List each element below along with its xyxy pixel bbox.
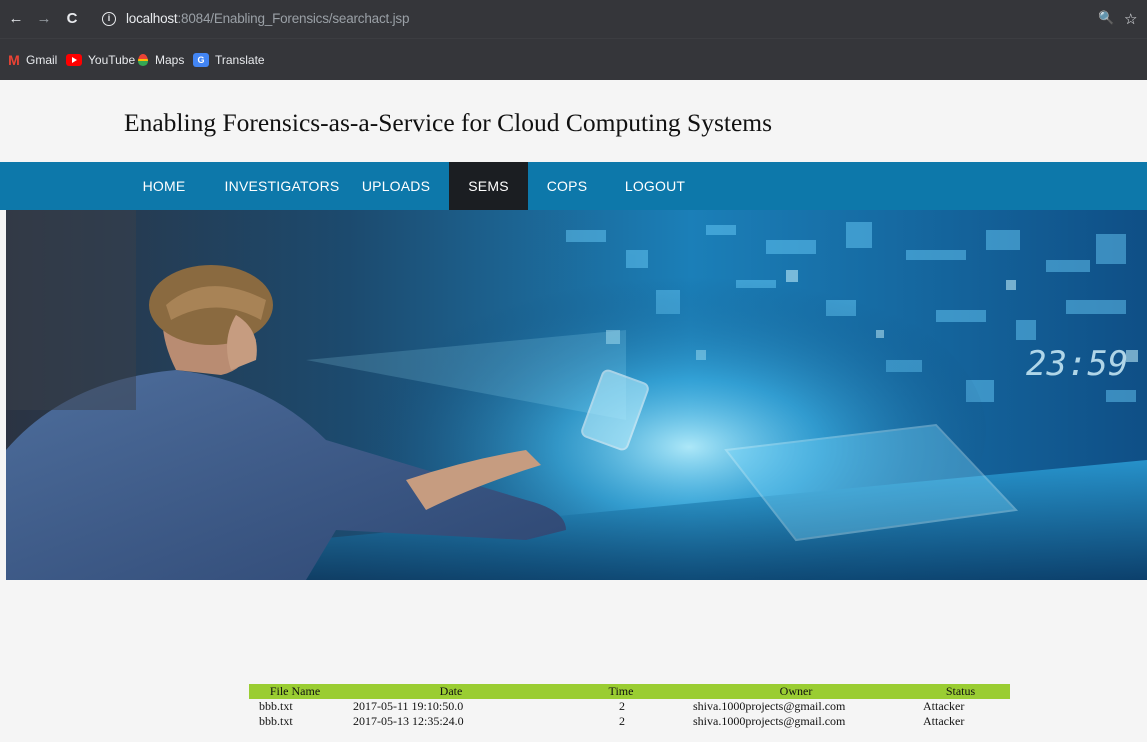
- col-file-name: File Name: [249, 684, 341, 699]
- maps-icon: [137, 53, 149, 67]
- bookmarks-bar: M Gmail YouTube Maps G Translate: [0, 38, 1147, 80]
- hero-illustration: 23:59: [6, 210, 1147, 580]
- cell-file-name: bbb.txt: [259, 714, 293, 728]
- nav-sems[interactable]: SEMS: [449, 162, 528, 210]
- translate-icon: G: [193, 53, 209, 67]
- col-status: Status: [911, 684, 1010, 699]
- browser-toolbar: ← → C i localhost:8084/Enabling_Forensic…: [0, 0, 1147, 38]
- cell-status: Attacker: [923, 699, 965, 713]
- bookmark-gmail[interactable]: M Gmail: [8, 52, 57, 68]
- url-path: :8084/Enabling_Forensics/searchact.jsp: [177, 11, 410, 26]
- bookmark-label: Translate: [215, 53, 265, 67]
- hero-banner-image: 23:59: [6, 210, 1147, 580]
- nav-investigators[interactable]: INVESTIGATORS: [218, 162, 346, 210]
- cell-date: 2017-05-13 12:35:24.0: [353, 714, 464, 728]
- results-table: File Name Date Time Owner Status bbb.txt…: [249, 684, 1010, 729]
- bookmark-youtube[interactable]: YouTube: [66, 52, 135, 68]
- cell-owner: shiva.1000projects@gmail.com: [693, 714, 846, 728]
- hero-clock-text: 23:59: [1026, 344, 1128, 384]
- results-table-container: File Name Date Time Owner Status bbb.txt…: [249, 684, 1010, 729]
- zoom-icon[interactable]: 🔍: [1098, 10, 1114, 26]
- nav-uploads[interactable]: UPLOADS: [356, 162, 436, 210]
- col-owner: Owner: [681, 684, 911, 699]
- nav-logout[interactable]: LOGOUT: [618, 162, 692, 210]
- bookmark-label: Maps: [155, 53, 185, 67]
- nav-cops[interactable]: COPS: [538, 162, 596, 210]
- nav-home[interactable]: HOME: [132, 162, 196, 210]
- cell-time: 2: [619, 699, 625, 713]
- address-bar[interactable]: i localhost:8084/Enabling_Forensics/sear…: [94, 4, 1094, 34]
- cell-time: 2: [619, 714, 625, 728]
- cell-owner: shiva.1000projects@gmail.com: [693, 699, 846, 713]
- table-header-row: File Name Date Time Owner Status: [249, 684, 1010, 699]
- gmail-icon: M: [8, 52, 20, 68]
- main-nav: HOME INVESTIGATORS UPLOADS SEMS COPS LOG…: [0, 162, 1147, 210]
- bookmark-label: Gmail: [26, 53, 58, 67]
- reload-icon[interactable]: C: [62, 9, 82, 29]
- bookmark-translate[interactable]: G Translate: [193, 52, 265, 68]
- site-info-icon[interactable]: i: [102, 12, 116, 26]
- cell-file-name: bbb.txt: [259, 699, 293, 713]
- back-arrow-icon[interactable]: ←: [6, 9, 26, 29]
- url-host: localhost: [126, 11, 178, 26]
- url-text[interactable]: localhost:8084/Enabling_Forensics/search…: [126, 11, 409, 26]
- youtube-icon: [66, 54, 82, 66]
- bookmark-label: YouTube: [88, 53, 136, 67]
- site-title: Enabling Forensics-as-a-Service for Clou…: [124, 108, 773, 137]
- bookmark-star-icon[interactable]: ☆: [1124, 10, 1137, 28]
- forward-arrow-icon[interactable]: →: [34, 9, 54, 29]
- table-row: bbb.txt 2017-05-11 19:10:50.0 2 shiva.10…: [249, 699, 1010, 714]
- col-time: Time: [561, 684, 681, 699]
- table-row: bbb.txt 2017-05-13 12:35:24.0 2 shiva.10…: [249, 714, 1010, 729]
- cell-date: 2017-05-11 19:10:50.0: [353, 699, 464, 713]
- bookmark-maps[interactable]: Maps: [137, 52, 184, 68]
- col-date: Date: [341, 684, 561, 699]
- cell-status: Attacker: [923, 714, 965, 728]
